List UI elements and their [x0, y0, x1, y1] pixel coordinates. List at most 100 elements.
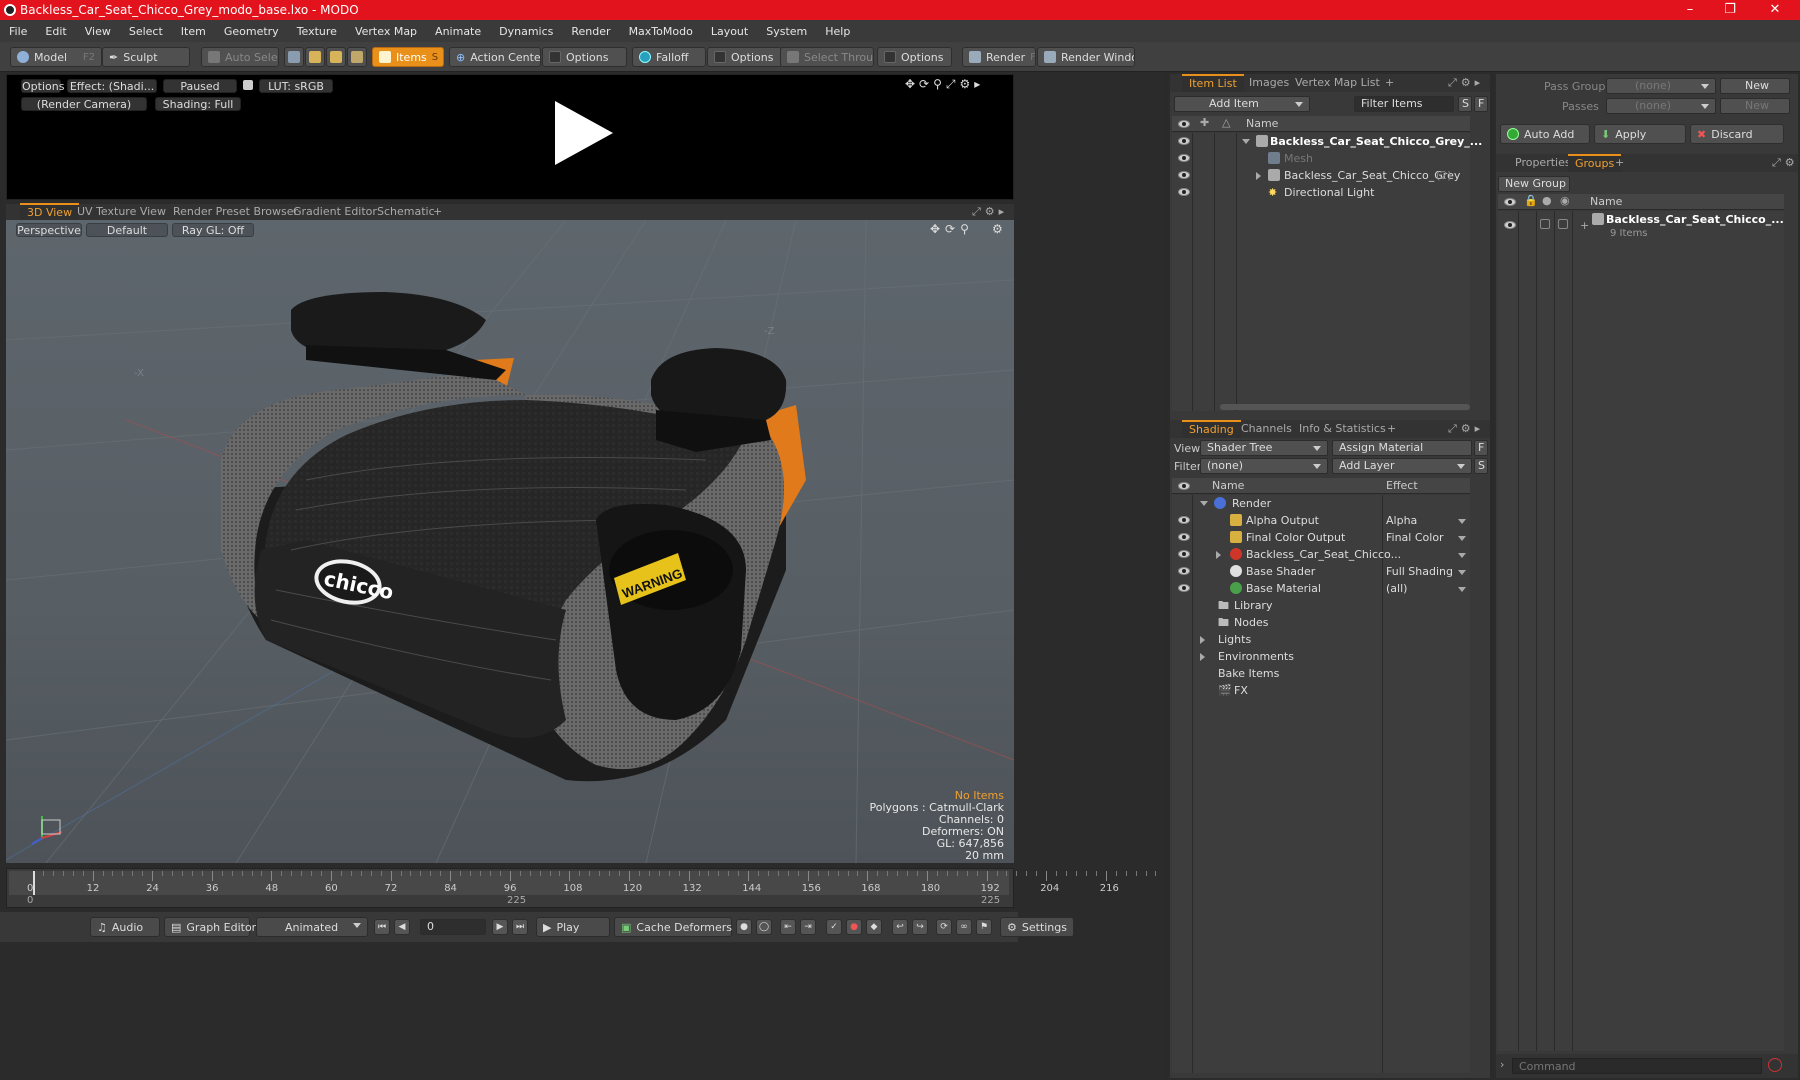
key-options-icon[interactable]: ◯ — [756, 919, 772, 935]
perspective-dropdown[interactable]: Perspective — [16, 223, 82, 237]
filter-items-input[interactable]: Filter Items — [1354, 96, 1454, 112]
tab-item-list[interactable]: Item List — [1182, 74, 1244, 92]
record-icon[interactable]: ● — [846, 919, 862, 935]
panel-controls-icon[interactable]: ⤢⚙▸ — [1448, 76, 1484, 90]
action-center-options-button[interactable]: Options — [542, 47, 627, 67]
assign-material-button[interactable]: Assign Material — [1332, 440, 1472, 456]
panel-divider[interactable] — [1490, 74, 1494, 1078]
add-tab-icon[interactable]: + — [1380, 420, 1403, 438]
play-button[interactable]: ▶ Play — [536, 917, 610, 937]
filter-s-button[interactable]: S — [1458, 96, 1472, 112]
skip-fwd-icon[interactable]: ⇥ — [800, 919, 816, 935]
menu-view[interactable]: View — [76, 25, 120, 38]
filter-f-button[interactable]: F — [1474, 96, 1488, 112]
shader-row-bake-items[interactable]: Bake Items — [1172, 665, 1470, 682]
falloff-options-button[interactable]: Options — [707, 47, 782, 67]
menu-system[interactable]: System — [757, 25, 816, 38]
shader-row-render[interactable]: Render — [1172, 495, 1470, 512]
add-item-dropdown[interactable]: Add Item — [1174, 96, 1310, 112]
expand-arrow-icon[interactable] — [1216, 551, 1221, 559]
list-item[interactable]: ✸ Directional Light — [1172, 184, 1470, 201]
new-group-button[interactable]: New Group — [1498, 176, 1570, 192]
preview-nav-icons[interactable]: ✥⟳⚲⤢⚙▸ — [905, 77, 984, 92]
preview-paused-button[interactable]: Paused — [163, 79, 237, 93]
select-toggle-icon[interactable] — [1558, 219, 1568, 229]
filter-dropdown[interactable]: (none) — [1200, 458, 1328, 474]
shader-row-fx[interactable]: 🎬 FX — [1172, 682, 1470, 699]
tab-uv-texture-view[interactable]: UV Texture View — [70, 203, 173, 221]
command-input[interactable] — [1512, 1058, 1762, 1074]
expand-arrow-icon[interactable] — [1256, 172, 1261, 180]
expand-arrow-icon[interactable] — [1200, 501, 1208, 506]
channel-icon[interactable]: ∞ — [956, 919, 972, 935]
render-window-button[interactable]: Render Window — [1037, 47, 1135, 67]
menu-maxtomodo[interactable]: MaxToModo — [620, 25, 702, 38]
preview-camera-dropdown[interactable]: (Render Camera) — [21, 97, 147, 111]
new-pass-button[interactable]: New — [1720, 98, 1790, 114]
panel-controls-icon[interactable]: ⤢⚙▸ — [1448, 422, 1484, 436]
timeline-ruler[interactable]: 0 12 24 36 48 60 72 84 96 108 120 132 144 156 168 180 19… — [9, 871, 1157, 895]
3d-viewport[interactable]: WARNING chicco Perspective Default Ray G… — [6, 220, 1014, 863]
command-history-icon[interactable] — [1768, 1058, 1782, 1072]
list-item[interactable]: Backless_Car_Seat_Chicco_Grey_... — [1172, 133, 1482, 150]
items-mode-button[interactable]: Items S — [372, 47, 444, 67]
visibility-eye-icon[interactable] — [1178, 171, 1190, 179]
view-panel-controls-icon[interactable]: ⤢⚙▸ — [972, 205, 1008, 219]
audio-button[interactable]: ♫ Audio — [90, 917, 160, 937]
expand-plus-icon[interactable]: + — [1580, 217, 1589, 234]
menu-dynamics[interactable]: Dynamics — [490, 25, 562, 38]
passes-dropdown[interactable]: (none) — [1606, 98, 1716, 114]
menu-item[interactable]: Item — [172, 25, 215, 38]
graph-editor-button[interactable]: ▤ Graph Editor — [164, 917, 256, 937]
auto-key-icon[interactable]: ✓ — [826, 919, 842, 935]
add-layer-dropdown[interactable]: Add Layer — [1332, 458, 1472, 474]
shader-row-base-material[interactable]: Base Material (all) — [1172, 580, 1470, 597]
preview-effect-dropdown[interactable]: Effect: (Shadi... — [67, 79, 157, 93]
preview-lut-dropdown[interactable]: LUT: sRGB — [259, 79, 333, 93]
viewport-divider[interactable] — [1164, 74, 1168, 1078]
key-icon[interactable]: ● — [736, 919, 752, 935]
shader-row-environments[interactable]: Environments — [1172, 648, 1470, 665]
visibility-eye-icon[interactable] — [1178, 550, 1190, 558]
viewport-nav-icons[interactable]: ✥⟳⚲ — [930, 222, 974, 236]
menu-animate[interactable]: Animate — [426, 25, 490, 38]
restore-icon[interactable]: ❐ — [1710, 0, 1750, 20]
apply-button[interactable]: ⬇ Apply — [1594, 124, 1686, 144]
visibility-eye-icon[interactable] — [1178, 516, 1190, 524]
expand-arrow-icon[interactable] — [1200, 636, 1205, 644]
list-item[interactable]: Mesh — [1172, 150, 1470, 167]
cache-deformers-button[interactable]: ▣ Cache Deformers — [614, 917, 732, 937]
menu-vertex-map[interactable]: Vertex Map — [346, 25, 426, 38]
tab-info-statistics[interactable]: Info & Statistics — [1292, 420, 1393, 438]
pass-groups-dropdown[interactable]: (none) — [1606, 78, 1716, 94]
keyframe-icon[interactable]: ◆ — [866, 919, 882, 935]
effect-dropdown-icon[interactable] — [1458, 570, 1466, 575]
preview-shading-dropdown[interactable]: Shading: Full — [155, 97, 241, 111]
shader-row-material-group[interactable]: Backless_Car_Seat_Chicco... — [1172, 546, 1470, 563]
tab-vertex-map-list[interactable]: Vertex Map List — [1288, 74, 1387, 92]
assign-f-button[interactable]: F — [1474, 440, 1488, 456]
timeline[interactable]: 0 12 24 36 48 60 72 84 96 108 120 132 144 156 168 180 19… — [6, 868, 1157, 908]
effect-dropdown-icon[interactable] — [1458, 519, 1466, 524]
step-fwd-icon[interactable]: ↪ — [912, 919, 928, 935]
next-key-icon[interactable]: ▶ — [492, 919, 508, 935]
play-icon[interactable] — [555, 101, 613, 165]
lock-toggle-icon[interactable] — [1540, 219, 1550, 229]
marker-icon[interactable]: ⚑ — [976, 919, 992, 935]
select-through-options-button[interactable]: Options — [877, 47, 952, 67]
menu-texture[interactable]: Texture — [288, 25, 346, 38]
add-tab-icon[interactable]: + — [1608, 154, 1631, 172]
select-edges-button[interactable] — [305, 47, 325, 67]
select-materials-button[interactable] — [347, 47, 367, 67]
select-through-button[interactable]: Select Through — [780, 47, 874, 67]
first-frame-icon[interactable]: ⏮ — [374, 919, 390, 935]
panel-controls-icon[interactable]: ⤢⚙ — [1772, 156, 1799, 170]
visibility-eye-icon[interactable] — [1178, 533, 1190, 541]
tab-channels[interactable]: Channels — [1234, 420, 1299, 438]
default-dropdown[interactable]: Default — [86, 223, 168, 237]
discard-button[interactable]: ✖ Discard — [1690, 124, 1784, 144]
step-back-icon[interactable]: ↩ — [892, 919, 908, 935]
lock-icon[interactable] — [243, 80, 253, 90]
menu-render[interactable]: Render — [562, 25, 619, 38]
item-list-hscrollbar[interactable] — [1220, 404, 1470, 410]
